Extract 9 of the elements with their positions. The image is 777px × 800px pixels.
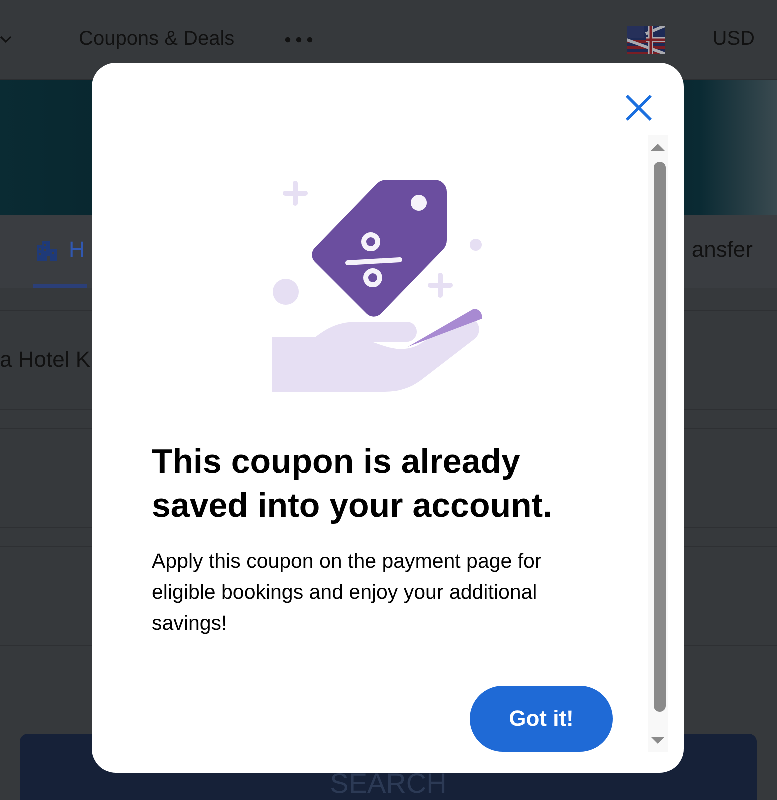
flag-icon[interactable]	[626, 26, 665, 54]
more-icon[interactable]	[284, 36, 313, 42]
dialog-title: This coupon is already saved into your account.	[152, 442, 554, 527]
building-icon	[35, 238, 59, 260]
dialog-message: Apply this coupon on the payment page for eligible bookings and enjoy your additional savings!	[152, 549, 543, 637]
confirm-button[interactable]: Got it!	[470, 686, 613, 752]
scrollbar[interactable]	[648, 135, 668, 752]
close-icon[interactable]	[625, 94, 653, 122]
chevron-down-icon[interactable]	[0, 36, 12, 44]
